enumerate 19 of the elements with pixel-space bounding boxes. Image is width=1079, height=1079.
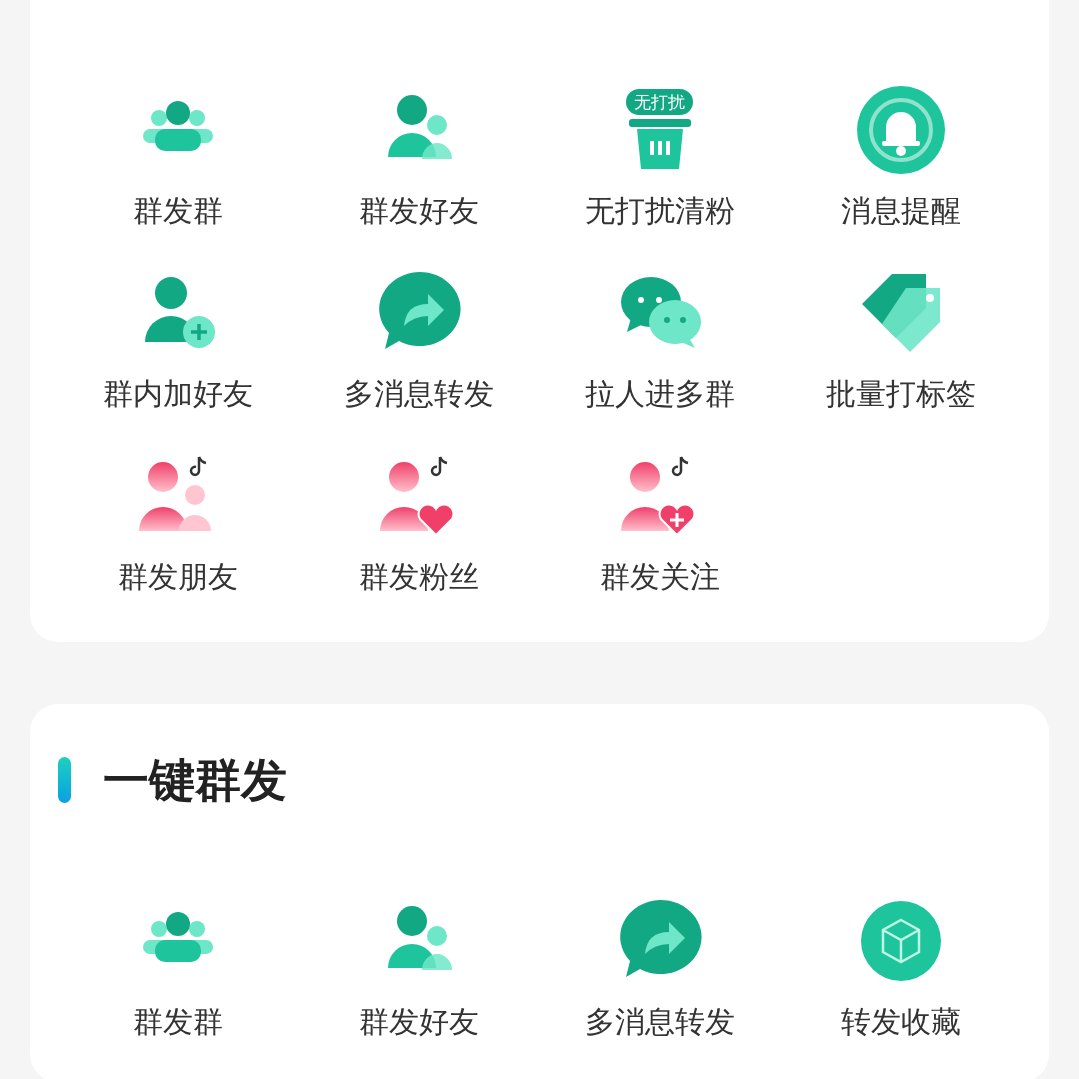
feature-button[interactable]: 群发群	[133, 191, 224, 231]
feature-button[interactable]: 多消息转发	[344, 374, 495, 414]
feature-button[interactable]: 群发好友	[359, 1002, 480, 1042]
feature-button[interactable]: 无打扰清粉	[584, 191, 735, 231]
feature-button[interactable]: 群发粉丝	[359, 557, 480, 597]
section-title: 一键群发	[103, 754, 287, 806]
feature-button[interactable]: 群发朋友	[118, 557, 239, 597]
feature-button[interactable]: 群内加好友	[103, 374, 254, 414]
accent-bar	[58, 757, 71, 803]
feature-button[interactable]: 多消息转发	[584, 1002, 735, 1042]
feature-button[interactable]: 转发收藏	[840, 1002, 961, 1042]
feature-button[interactable]: 群发群	[133, 1002, 224, 1042]
bell-icon	[855, 85, 946, 175]
feature-button[interactable]: 群发好友	[359, 191, 480, 231]
feature-button[interactable]: 群发关注	[599, 557, 720, 597]
badge: 无打扰	[624, 87, 696, 117]
feature-button[interactable]: 批量打标签	[825, 374, 976, 414]
feature-button[interactable]: 消息提醒	[840, 191, 961, 231]
feature-button[interactable]: 拉人进多群	[584, 374, 735, 414]
